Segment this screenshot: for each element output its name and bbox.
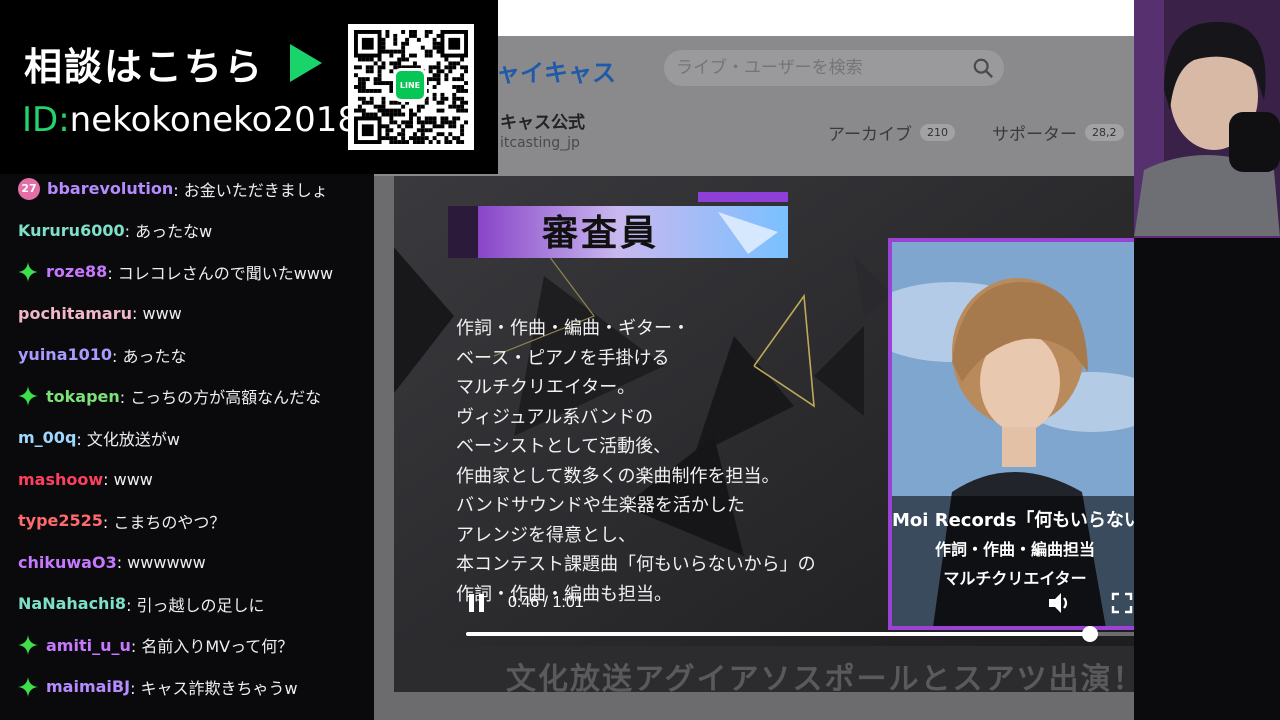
site-logo[interactable]: ャイキャス bbox=[496, 53, 616, 88]
chat-username[interactable]: pochitamaru bbox=[18, 304, 132, 323]
chat-username[interactable]: yuina1010 bbox=[18, 345, 112, 364]
tab-archive-count: 210 bbox=[919, 124, 955, 141]
chat-text: : 引っ越しの足しに bbox=[126, 595, 265, 615]
progress-bar[interactable] bbox=[466, 626, 1134, 642]
search-input[interactable] bbox=[676, 50, 956, 86]
chat-message: maimaiBJ: キャス詐欺きちゃうw bbox=[0, 666, 374, 708]
chat-message: type2525: こまちのやつ？ bbox=[0, 500, 374, 542]
progress-knob[interactable] bbox=[1082, 626, 1098, 642]
chat-username[interactable]: maimaiBJ bbox=[46, 677, 130, 696]
tab-supporter-label: サポーター bbox=[992, 125, 1077, 145]
level-badge: 27 bbox=[18, 177, 40, 200]
consult-banner: 相談はこちら ID:nekokoneko2018 LINE bbox=[0, 0, 498, 174]
chat-username[interactable]: m_00q bbox=[18, 428, 76, 447]
description-line: アレンジを得意とし、 bbox=[456, 524, 636, 546]
chat-message: yuina1010: あったな bbox=[0, 334, 374, 376]
chat-text: : こっちの方が高額なんだな bbox=[119, 388, 322, 408]
chat-username[interactable]: NaNahachi8 bbox=[18, 594, 126, 613]
fullscreen-icon[interactable] bbox=[1111, 592, 1133, 614]
channel-name[interactable]: キャス公式 bbox=[500, 108, 585, 133]
player-controls: 0:46 / 1:01 bbox=[446, 580, 1134, 660]
tab-archive-label: アーカイブ bbox=[828, 125, 912, 145]
tab-archive[interactable]: アーカイブ 210 bbox=[828, 120, 955, 145]
chat-username[interactable]: chikuwaO3 bbox=[18, 553, 117, 572]
chat-username[interactable]: roze88 bbox=[46, 262, 107, 281]
banner-line-id: ID:nekokoneko2018 bbox=[22, 100, 359, 140]
chat-text: : キャス詐欺きちゃうw bbox=[130, 678, 298, 698]
sparkle-badge-icon bbox=[18, 386, 38, 407]
tab-supporter-count: 28,2 bbox=[1085, 124, 1124, 141]
chat-username[interactable]: amiti_u_u bbox=[46, 636, 131, 655]
sparkle-badge-icon bbox=[18, 635, 38, 656]
search-icon[interactable] bbox=[972, 57, 994, 79]
chat-username[interactable]: Kururu6000 bbox=[18, 221, 125, 240]
webcam-feed bbox=[1134, 0, 1280, 238]
chat-message: pochitamaru: www bbox=[0, 293, 374, 335]
description-line: 作曲家として数多くの楽曲制作を担当。 bbox=[456, 465, 780, 487]
description-line: ベース・ピアノを手掛ける bbox=[456, 347, 670, 369]
chat-username[interactable]: mashoow bbox=[18, 470, 103, 489]
chat-message: mashoow: www bbox=[0, 459, 374, 501]
chat-message: NaNahachi8: 引っ越しの足しに bbox=[0, 583, 374, 625]
judge-profile-card: Moi Records「何もいらないから」 作詞・作曲・編曲担当 マルチクリエイ… bbox=[888, 238, 1134, 630]
caption-line-2: 作詞・作曲・編曲担当 bbox=[934, 540, 1095, 559]
pause-icon[interactable] bbox=[466, 592, 490, 614]
line-logo-icon: LINE bbox=[393, 68, 427, 102]
description-line: ヴィジュアル系バンドの bbox=[456, 406, 654, 428]
chat-text: : あったなw bbox=[124, 222, 213, 242]
chat-message: 27 bbarevolution: お金いただきましょ bbox=[0, 168, 374, 210]
chat-message: roze88: コレコレさんので聞いたwww bbox=[0, 251, 374, 293]
description-line: バンドサウンドや生楽器を活かした bbox=[456, 495, 745, 516]
chat-text: : www bbox=[103, 469, 153, 489]
play-arrow-icon bbox=[290, 44, 322, 82]
tab-supporter[interactable]: サポーター 28,2 bbox=[992, 120, 1124, 145]
time-readout: 0:46 / 1:01 bbox=[508, 594, 584, 611]
chat-text: : 名前入りMVって何？ bbox=[130, 637, 294, 657]
chat-text: : 文化放送がw bbox=[76, 429, 180, 449]
channel-handle: itcasting_jp bbox=[500, 135, 580, 151]
chat-text: : こまちのやつ？ bbox=[102, 512, 226, 532]
chat-list: 27 bbarevolution: お金いただきましょ Kururu6000: あっ… bbox=[0, 168, 374, 708]
browser-topbar bbox=[498, 0, 1134, 36]
volume-icon[interactable] bbox=[1046, 590, 1072, 616]
chat-text: : www bbox=[132, 303, 182, 323]
description-line: 本コンテスト課題曲「何もいらないから」の bbox=[456, 554, 816, 575]
chat-username[interactable]: tokapen bbox=[46, 387, 120, 406]
id-prefix: ID: bbox=[22, 100, 70, 140]
caption-line-1: Moi Records「何もいらないから」 bbox=[892, 510, 1134, 531]
chat-message: amiti_u_u: 名前入りMVって何？ bbox=[0, 625, 374, 667]
banner-title: 相談はこちら bbox=[24, 45, 265, 89]
sparkle-badge-icon bbox=[18, 676, 38, 697]
chat-username[interactable]: type2525 bbox=[18, 511, 103, 530]
description-line: 作詞・作曲・編曲・ギター・ bbox=[456, 318, 690, 339]
sparkle-badge-icon bbox=[18, 261, 38, 282]
chat-text: : wwwwww bbox=[116, 552, 206, 572]
judge-description: 作詞・作曲・編曲・ギター・ ベース・ピアノを手掛ける マルチクリエイター。 ヴィジュア… bbox=[456, 314, 816, 609]
chat-message: chikuwaO3: wwwwww bbox=[0, 542, 374, 584]
chat-text: : お金いただきましょ bbox=[173, 180, 328, 200]
judge-title: 審査員 bbox=[542, 213, 660, 254]
description-line: ベーシストとして活動後、 bbox=[456, 436, 672, 457]
chat-username[interactable]: bbarevolution bbox=[47, 179, 173, 198]
chat-text: : コレコレさんので聞いたwww bbox=[107, 263, 334, 283]
streamer-webcam bbox=[1134, 0, 1280, 236]
chat-message: Kururu6000: あったなw bbox=[0, 210, 374, 252]
chat-message: m_00q: 文化放送がw bbox=[0, 417, 374, 459]
id-value: nekokoneko2018 bbox=[69, 100, 359, 140]
description-line: マルチクリエイター。 bbox=[456, 377, 636, 398]
search-box[interactable] bbox=[664, 50, 1004, 86]
chat-message: tokapen: こっちの方が高額なんだな bbox=[0, 376, 374, 418]
progress-fill bbox=[466, 632, 1090, 636]
chat-text: : あったな bbox=[112, 346, 187, 366]
video-player[interactable]: 審査員 作詞・作曲・編曲・ギター・ ベース・ピアノを手掛ける マルチクリエイター。ヴ… bbox=[394, 176, 1134, 692]
